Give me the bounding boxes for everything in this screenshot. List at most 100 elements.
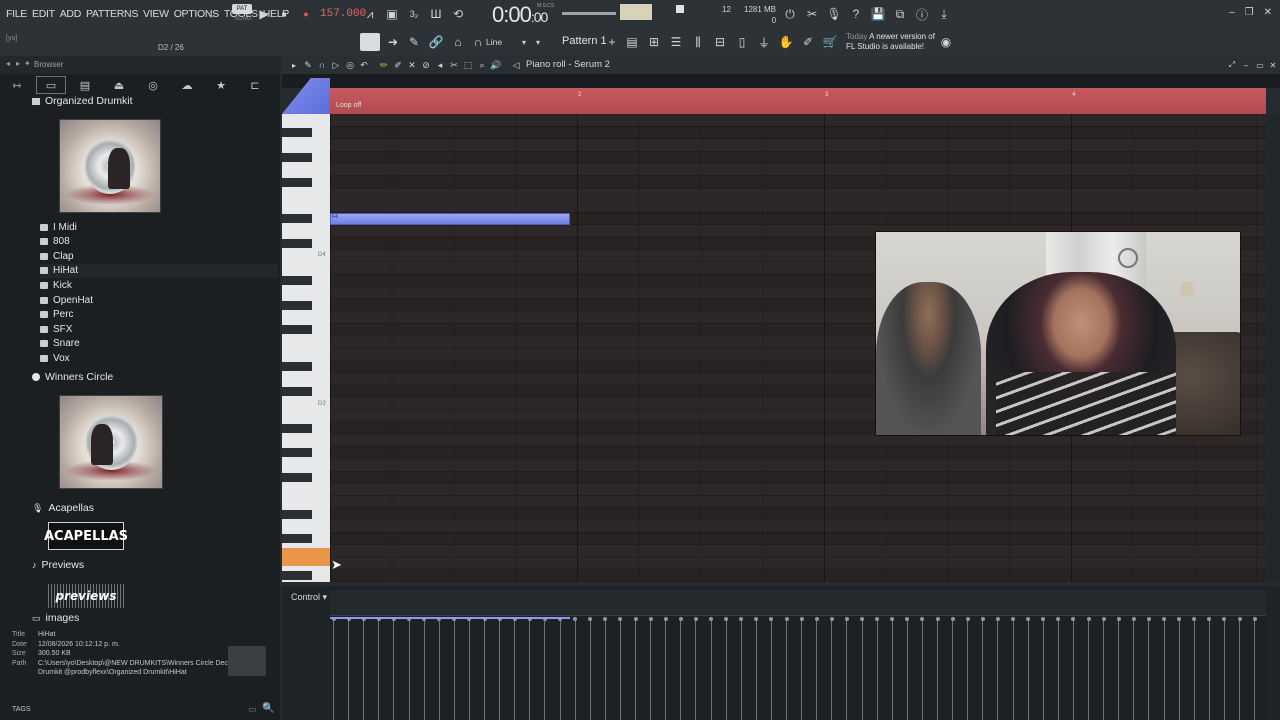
menu-item-file[interactable]: FILE (6, 8, 27, 20)
velocity-line[interactable] (891, 619, 893, 720)
velocity-line[interactable] (801, 619, 803, 720)
velocity-line[interactable] (1133, 619, 1135, 720)
black-key[interactable] (282, 239, 312, 248)
mixer-sliders-icon[interactable]: ⫼ (690, 34, 706, 50)
velocity-line[interactable] (1254, 619, 1256, 720)
browser-tree-icon[interactable]: ⊟ (712, 34, 728, 50)
menu-item-add[interactable]: ADD (60, 8, 82, 20)
velocity-line[interactable] (1193, 619, 1195, 720)
search-icon[interactable]: 🔍 (262, 703, 274, 714)
search-small-icon[interactable]: ✦ (24, 59, 31, 68)
velocity-line[interactable] (906, 619, 908, 720)
black-key[interactable] (282, 472, 312, 482)
pack-organized-drumkit[interactable]: Organized Drumkit (32, 94, 133, 108)
pack-winners-circle[interactable]: Winners Circle (32, 370, 113, 384)
velocity-line[interactable] (468, 619, 470, 720)
recording-dial-icon[interactable]: ◌ (204, 6, 220, 22)
hand-tool-icon[interactable]: ✋ (778, 34, 794, 50)
velocity-handle[interactable] (633, 617, 638, 621)
velocity-line[interactable] (861, 619, 863, 720)
piano-roll-icon[interactable]: ⊞ (646, 34, 662, 50)
velocity-handle[interactable] (829, 617, 834, 621)
velocity-line[interactable] (937, 619, 938, 720)
folder-item-hihat[interactable]: HiHat (40, 263, 278, 278)
expand-icon[interactable]: ▸ (16, 59, 20, 68)
velocity-line[interactable] (710, 619, 712, 720)
close-icon[interactable]: ✕ (1265, 57, 1280, 73)
velocity-handle[interactable] (663, 617, 668, 621)
tempo-display[interactable]: 157.000 (320, 8, 366, 20)
folder-item-snare[interactable]: Snare (40, 337, 80, 351)
velocity-line[interactable] (348, 619, 350, 720)
folder-view-icon[interactable]: ▭ (34, 74, 68, 96)
selected-velocity-bar[interactable] (330, 617, 570, 619)
arrow-right-icon[interactable]: ➜ (385, 34, 401, 50)
playback-tool-icon[interactable]: 🔊 (488, 57, 504, 73)
velocity-line[interactable] (574, 619, 576, 720)
document-icon[interactable]: ▤ (68, 74, 102, 96)
pat-song-toggle[interactable]: PAT (232, 4, 252, 14)
playlist-icon[interactable]: ▤ (624, 34, 640, 50)
velocity-line[interactable] (876, 619, 878, 720)
velocity-handle[interactable] (678, 617, 683, 621)
velocity-line[interactable] (619, 619, 621, 720)
velocity-line[interactable] (846, 619, 848, 720)
velocity-line[interactable] (695, 619, 697, 720)
velocity-line[interactable] (816, 619, 818, 720)
black-key[interactable] (282, 362, 312, 371)
mixer-icon[interactable]: ⧉ (892, 6, 908, 22)
black-key[interactable] (282, 571, 312, 581)
velocity-line[interactable] (1163, 619, 1165, 720)
magnet-icon[interactable]: ∩ (470, 34, 486, 50)
cloud-icon[interactable]: ☁ (170, 74, 204, 96)
black-key[interactable] (282, 275, 312, 285)
collapse-icon[interactable]: ⇿ (0, 74, 34, 96)
microphone-icon[interactable]: 🎙 (826, 6, 842, 22)
folder-item-clap[interactable]: Clap (40, 249, 74, 263)
velocity-handle[interactable] (844, 617, 849, 621)
file-icon[interactable]: ▯ (734, 34, 750, 50)
velocity-handle[interactable] (935, 617, 940, 621)
sounds-icon[interactable]: ◎ (136, 74, 170, 96)
minimize-icon[interactable]: – (1229, 7, 1235, 18)
previews-folder[interactable]: ♪ Previews (32, 558, 84, 572)
black-key[interactable] (282, 300, 312, 310)
power-icon[interactable]: ⏻ (782, 6, 798, 22)
plugin-browser-icon[interactable]: ⏏ (102, 74, 136, 96)
velocity-line[interactable] (635, 619, 636, 720)
velocity-line[interactable] (438, 619, 440, 720)
velocity-handle[interactable] (965, 617, 970, 621)
velocity-line[interactable] (1239, 619, 1240, 720)
velocity-handle[interactable] (1252, 617, 1257, 621)
velocity-handle[interactable] (1116, 617, 1121, 621)
help-icon[interactable]: ? (848, 6, 864, 22)
velocity-handle[interactable] (814, 617, 819, 621)
velocity-line[interactable] (544, 619, 546, 720)
velocity-line[interactable] (1027, 619, 1029, 720)
link-icon[interactable]: 🔗 (428, 34, 444, 50)
velocity-line[interactable] (1118, 619, 1120, 720)
folder-item-perc[interactable]: Perc (40, 308, 74, 322)
velocity-line[interactable] (589, 619, 591, 720)
velocity-handle[interactable] (1162, 617, 1166, 621)
black-key[interactable] (282, 177, 312, 187)
velocity-handle[interactable] (1237, 617, 1242, 621)
velocity-handle[interactable] (648, 617, 653, 621)
velocity-handle[interactable] (1011, 617, 1015, 621)
blend-notes-icon[interactable]: Ш (428, 6, 444, 22)
folder-add-icon[interactable]: ⊏ (238, 74, 272, 96)
velocity-line[interactable] (921, 619, 923, 720)
folder-item-sfx[interactable]: SFX (40, 322, 72, 336)
velocity-line[interactable] (952, 619, 954, 720)
velocity-line[interactable] (770, 619, 772, 720)
velocity-line[interactable] (982, 619, 984, 720)
pencil-tool-icon[interactable]: ✎ (406, 34, 422, 50)
folder-item-i-midi[interactable]: I Midi (40, 220, 77, 234)
folder-item-kick[interactable]: Kick (40, 278, 72, 292)
velocity-line[interactable] (967, 619, 969, 720)
plugin-icon[interactable]: ⏚ (756, 34, 772, 50)
velocity-handle[interactable] (799, 617, 804, 621)
velocity-handle[interactable] (784, 617, 789, 621)
velocity-line[interactable] (786, 619, 787, 720)
highlighted-key[interactable] (282, 548, 330, 566)
